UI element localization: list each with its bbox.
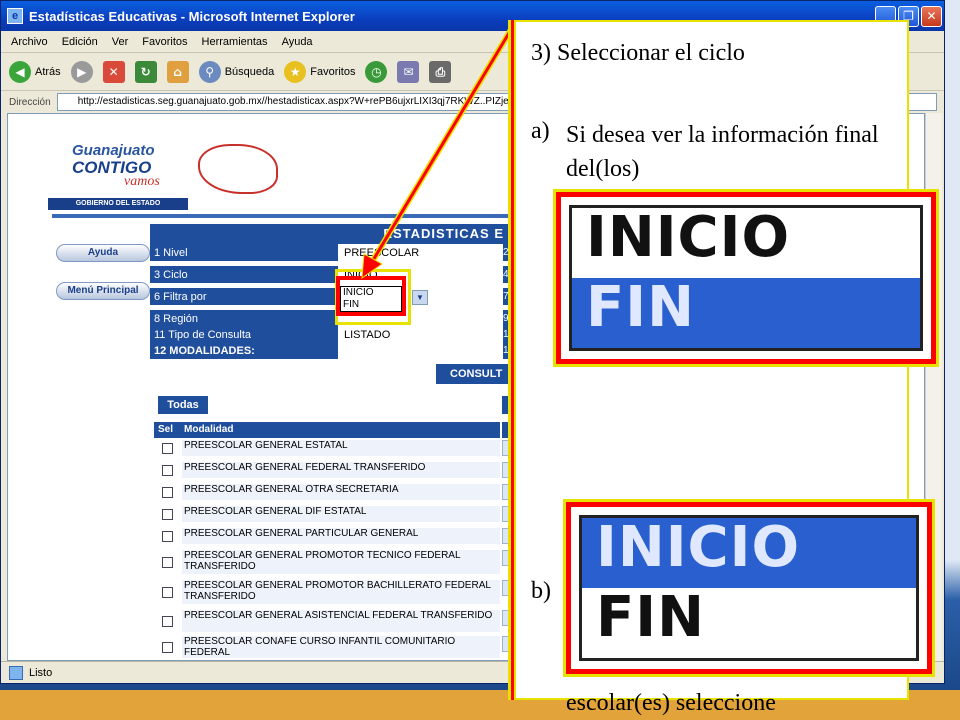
step-title: 3) Seleccionar el ciclo <box>531 40 745 66</box>
item-b-text: escolar(es) seleccione <box>566 690 776 716</box>
zoom-option-inicio: INICIO <box>582 518 916 588</box>
item-a-marker: a) <box>531 118 550 144</box>
item-a-text: Si desea ver la información final del(lo… <box>566 122 879 182</box>
zoom-option-inicio: INICIO <box>572 208 920 278</box>
zoom-option-fin: FIN <box>572 278 920 348</box>
zoom-list: INICIO FIN <box>569 205 923 351</box>
zoom-fin-selected: INICIO FIN <box>553 189 939 367</box>
zoom-list: INICIO FIN <box>579 515 919 661</box>
item-b-marker: b) <box>531 578 551 604</box>
zoom-inicio-selected: INICIO FIN <box>563 499 935 677</box>
zoom-option-fin: FIN <box>582 588 916 658</box>
